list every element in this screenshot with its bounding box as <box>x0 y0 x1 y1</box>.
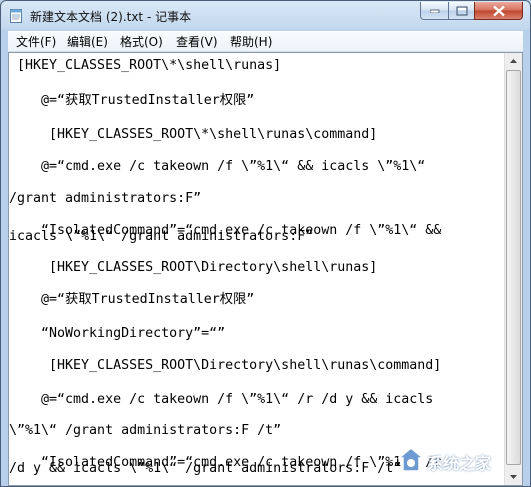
minimize-button[interactable] <box>420 2 449 20</box>
menu-edit[interactable]: 编辑(E) <box>67 33 108 50</box>
vertical-scrollbar[interactable] <box>504 53 522 485</box>
text-line: @=“cmd.exe /c takeown /f \”%1\“ /r /d y … <box>9 392 434 407</box>
text-line: “NoWorkingDirectory”=“” <box>9 326 226 341</box>
scroll-up-icon[interactable] <box>506 53 521 69</box>
notepad-icon <box>10 9 22 23</box>
menu-format[interactable]: 格式(O) <box>120 33 163 50</box>
text-editor[interactable]: [HKEY_CLASSES_ROOT\*\shell\runas] @=“获取T… <box>8 52 523 486</box>
maximize-button[interactable] <box>448 2 475 20</box>
text-line: [HKEY_CLASSES_ROOT\*\shell\runas] <box>9 58 282 73</box>
text-line: icacls \”%1\“ /grant administrators:F” <box>9 229 314 244</box>
scroll-thumb[interactable] <box>506 70 521 465</box>
close-button[interactable] <box>474 2 523 20</box>
watermark-text: 系统之家 <box>427 454 492 473</box>
notepad-window: 新建文本文档 (2).txt - 记事本 文件(F) 编辑(E) 格式(O) 查… <box>0 0 531 487</box>
watermark: 系统之家 <box>394 439 522 479</box>
text-line: [HKEY_CLASSES_ROOT\Directory\shell\runas… <box>9 358 442 373</box>
text-line: /d y && icacls \”%1\“ /grant administrat… <box>9 461 402 476</box>
close-icon <box>492 5 505 16</box>
text-line: /grant administrators:F” <box>9 191 202 206</box>
minimize-icon <box>429 9 439 13</box>
menu-view[interactable]: 查看(V) <box>176 33 218 50</box>
maximize-icon <box>456 6 467 15</box>
menu-file[interactable]: 文件(F) <box>16 33 56 50</box>
menu-help[interactable]: 帮助(H) <box>230 33 272 50</box>
system-home-logo <box>396 447 426 472</box>
menu-bar: 文件(F) 编辑(E) 格式(O) 查看(V) 帮助(H) <box>8 31 523 52</box>
title-bar[interactable]: 新建文本文档 (2).txt - 记事本 <box>1 1 530 31</box>
text-line: [HKEY_CLASSES_ROOT\*\shell\runas\command… <box>9 127 378 142</box>
text-line: [HKEY_CLASSES_ROOT\Directory\shell\runas… <box>9 260 378 275</box>
text-line: @=“获取TrustedInstaller权限” <box>9 93 255 108</box>
text-line: @=“获取TrustedInstaller权限” <box>9 292 255 307</box>
window-title: 新建文本文档 (2).txt - 记事本 <box>30 10 192 24</box>
text-line: @=“cmd.exe /c takeown /f \”%1\“ && icacl… <box>9 159 426 174</box>
text-line: \”%1\“ /grant administrators:F /t” <box>9 423 282 438</box>
